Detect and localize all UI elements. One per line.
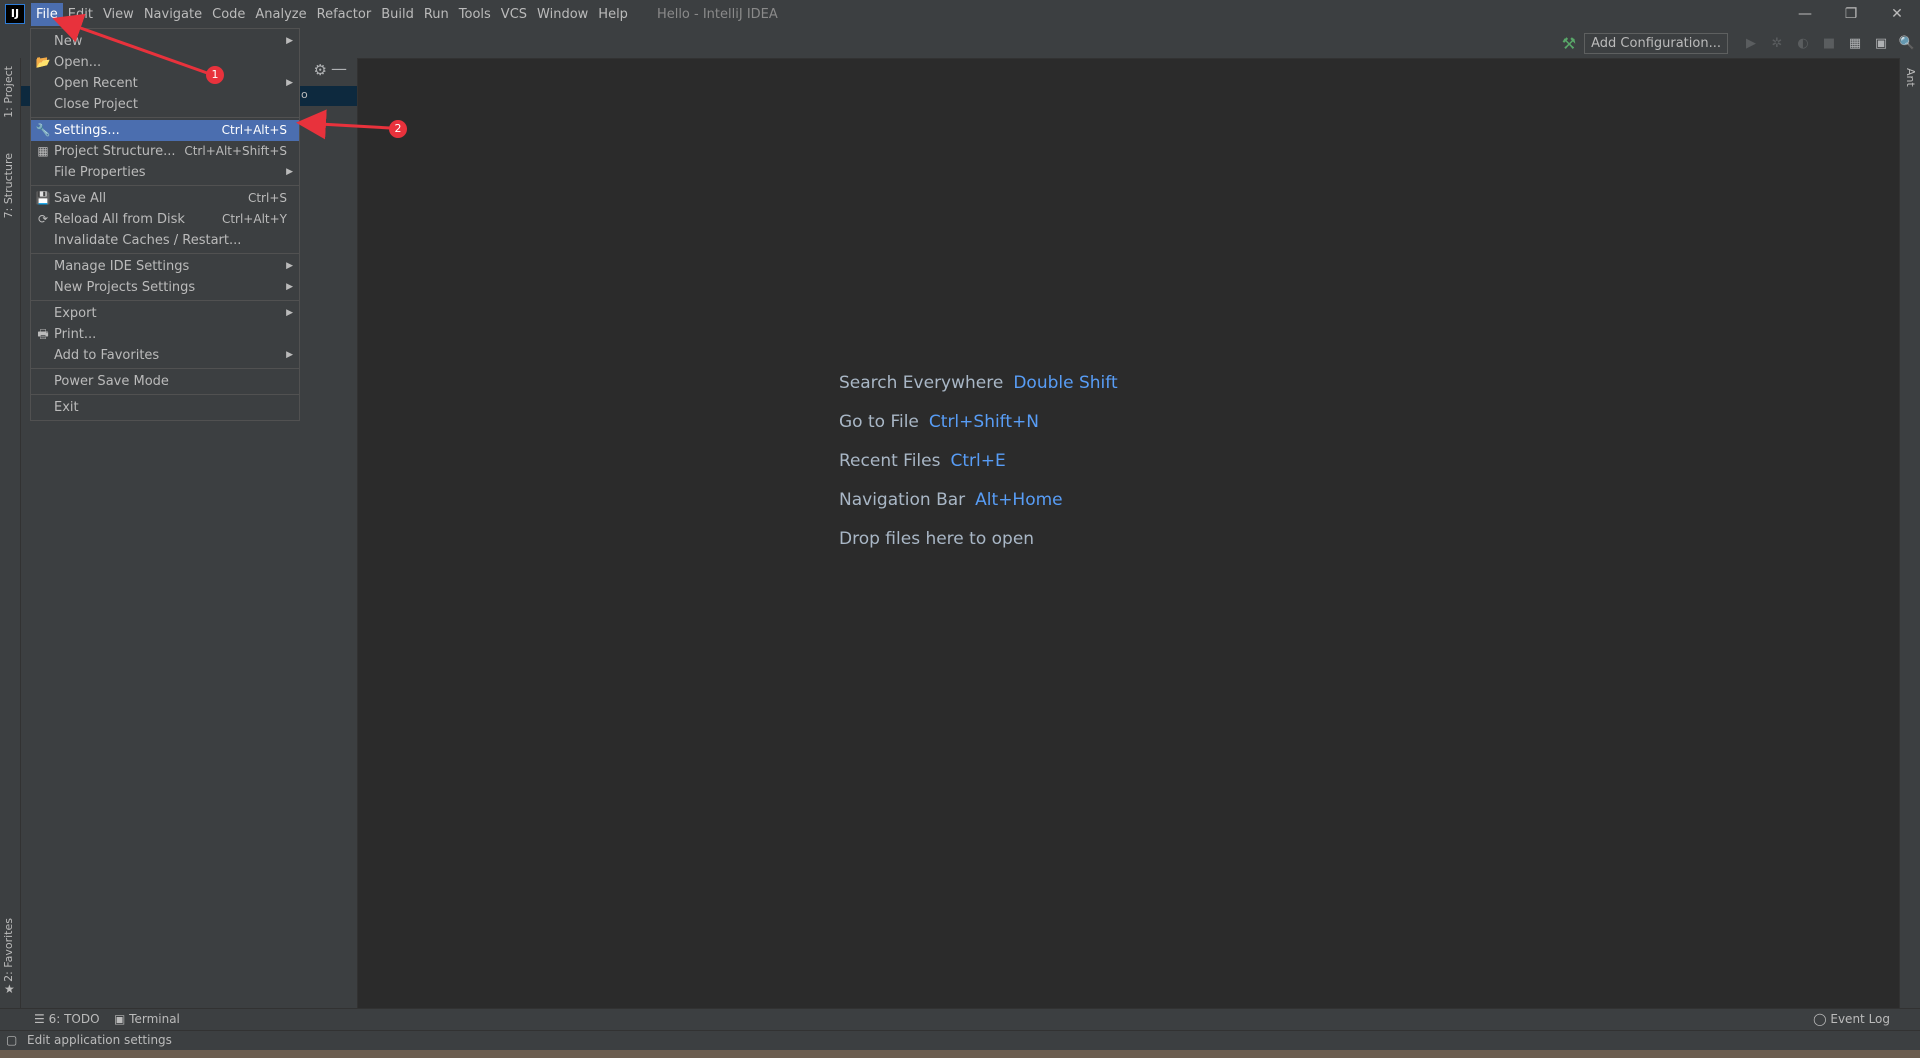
annotation-badge-2: 2 [389, 120, 407, 138]
annotation-arrows [52, 13, 391, 140]
annotation-badge-1: 1 [206, 66, 224, 84]
annotation-arrow-1 [52, 13, 211, 76]
annotation-arrow-2 [296, 109, 391, 140]
